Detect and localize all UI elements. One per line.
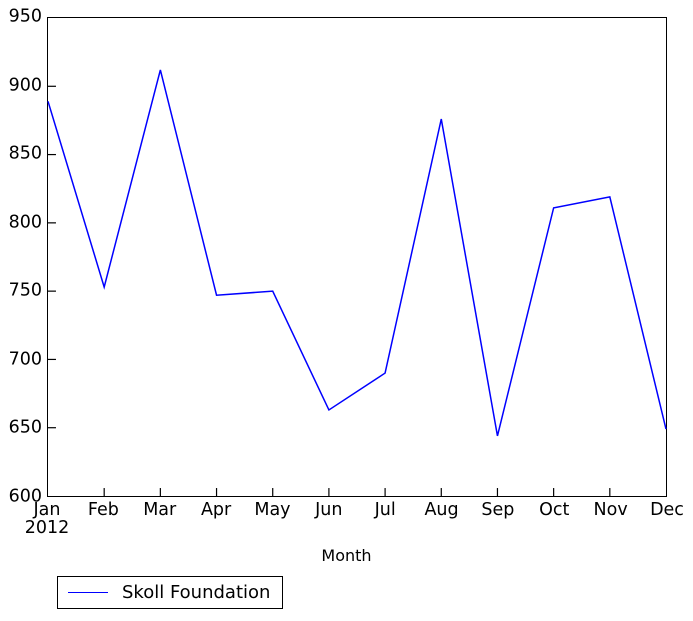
x-axis-tick-label: Apr: [200, 500, 232, 520]
y-axis-tick-label: 950: [8, 6, 42, 27]
chart-legend: Skoll Foundation: [57, 576, 284, 609]
x-axis-tick-label: Mar: [143, 500, 177, 520]
chart-figure: 600 650 700 750 800 850 900 950 Jan 2012 Feb Mar Ap…: [0, 0, 693, 621]
data-line-skoll-foundation: [48, 70, 666, 436]
x-axis-tick-label: Feb: [87, 500, 119, 520]
x-axis-ticks: [104, 488, 610, 496]
plot-area: [47, 17, 667, 497]
y-axis-tick-labels: 600 650 700 750 800 850 900 950: [0, 8, 42, 505]
x-axis-title: Month: [321, 546, 372, 565]
data-series-group: [48, 70, 666, 436]
x-axis-tick-label: Nov: [593, 500, 628, 520]
x-axis-tick-label: Jan 2012: [24, 500, 70, 539]
plot-svg: [48, 18, 666, 496]
legend-label: Skoll Foundation: [122, 582, 271, 603]
y-axis-tick-label: 850: [8, 143, 42, 164]
x-axis-year-label: 2012: [24, 518, 70, 539]
x-axis-tick-label: Sep: [481, 500, 515, 520]
x-axis-tick-labels: Jan 2012 Feb Mar Apr May Jun Jul Aug Sep Oct Nov Dec: [25, 500, 684, 538]
x-axis-tick-label: Dec: [650, 500, 684, 520]
y-axis-tick-label: 750: [8, 280, 42, 301]
y-axis-tick-label: 800: [8, 211, 42, 232]
y-axis-tick-label: 650: [8, 417, 42, 438]
legend-line-swatch: [68, 591, 108, 594]
x-axis-tick-label: Jul: [374, 500, 396, 520]
y-axis-tick-label: 700: [8, 349, 42, 370]
x-axis-tick-label: May: [254, 500, 291, 520]
x-axis-tick-label: Oct: [539, 500, 570, 520]
x-axis-tick-label: Aug: [424, 500, 459, 520]
legend-entry-skoll-foundation: Skoll Foundation: [68, 582, 270, 603]
y-axis-ticks: [48, 86, 56, 427]
y-axis-tick-label: 900: [8, 74, 42, 95]
x-axis-tick-label: Jun: [315, 500, 343, 520]
